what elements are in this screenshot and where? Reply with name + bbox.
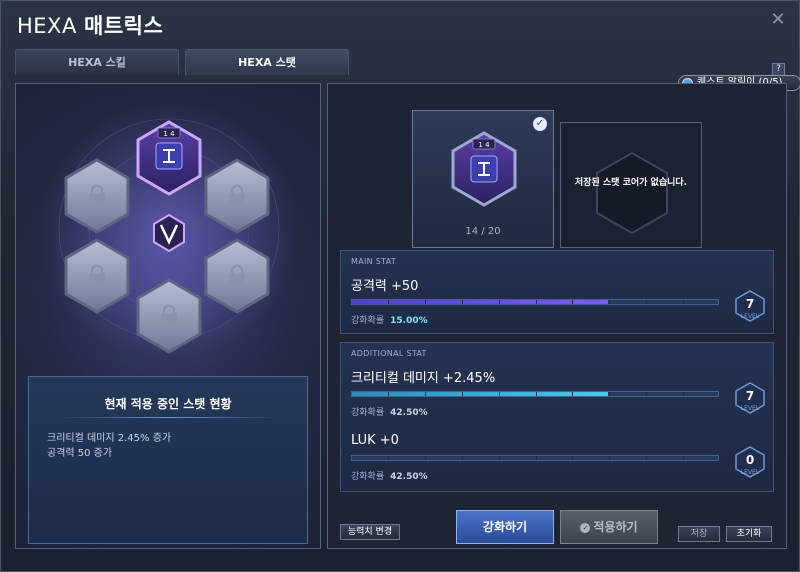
progress-fill [352,392,609,396]
additional-stat-name: LUK +0 [351,433,399,448]
apply-button[interactable]: ✓ 적용하기 [560,510,658,544]
title-prefix: HEXA [17,14,84,38]
tab-hexa-stat[interactable]: HEXA 스탯 [185,49,349,75]
additional-stat-level-badge: 0 LEVEL [733,445,767,479]
level-number: 0 [745,453,755,467]
empty-slot-text: 저장된 스탯 코어가 없습니다. [574,178,688,188]
core-level-text: 1 4 [163,130,175,138]
v-emblem-icon [153,213,185,253]
progress-fill [352,300,609,304]
hexa-matrix-window: HEXA 매트릭스 ✕ HEXA 스킬 HEXA 스탯 ? 퀘스트 알림이 (0… [0,0,800,572]
enhance-button[interactable]: 강화하기 [456,510,554,544]
additional-stat-name: 크리티컬 데미지 +2.45% [351,371,496,386]
check-icon: ✓ [580,523,591,533]
additional-stat-section: ADDITIONAL STAT 크리티컬 데미지 +2.45% 강화확률 42.5… [340,342,774,492]
title-bar: HEXA 매트릭스 ✕ [1,1,800,45]
status-line: 공격력 50 증가 [47,448,113,459]
prob-label: 강화확률 [351,408,385,418]
prob-value: 42.50% [390,408,428,418]
status-lines: 크리티컬 데미지 2.45% 증가 공격력 50 증가 [47,431,171,461]
main-stat-name: 공격력 +50 [351,279,419,294]
current-stat-core[interactable]: ✓ 1 4 14 / 20 [412,110,554,248]
level-label: LEVEL [740,313,760,320]
core-level-text: 1 4 [478,141,490,149]
close-icon[interactable]: ✕ [769,11,787,29]
main-stat-section: MAIN STAT 공격력 +50 강화확률 15.00% 7 LEVEL [340,250,774,334]
reset-button[interactable]: 초기화 [726,526,772,542]
additional-stat-level-badge: 7 LEVEL [733,381,767,415]
level-number: 7 [745,389,755,403]
main-stat-level-badge: 7 LEVEL [733,289,767,323]
saved-core-slot[interactable]: 저장된 스탯 코어가 없습니다. [560,122,702,248]
tab-hexa-skill[interactable]: HEXA 스킬 [15,49,179,75]
hexa-stat-core-panel: 1 4 현재 적용 중인 스탯 현황 크리티컬 데미지 2.45% 증가 공격력… [15,83,321,549]
status-divider [59,417,279,418]
save-button[interactable]: 저장 [678,526,720,542]
main-stat-progress [351,299,719,305]
prob-value: 15.00% [390,316,428,326]
main-stat-label: MAIN STAT [351,257,397,266]
status-line: 크리티컬 데미지 2.45% 증가 [47,433,172,444]
prob-value: 42.50% [390,472,428,482]
additional-stat-progress [351,391,719,397]
title-bold: 매트릭스 [84,14,164,38]
additional-stat-progress [351,455,719,461]
empty-hex [596,151,668,235]
core-hex-svg: 1 4 [451,131,517,207]
hex-core-grid: 1 4 [16,84,320,374]
current-stat-status: 현재 적용 중인 스탯 현황 크리티컬 데미지 2.45% 증가 공격력 50 … [28,376,308,544]
stat-detail-panel: ✓ 1 4 14 / 20 저장된 스탯 코어가 없습니다. MAIN STAT… [327,83,787,549]
prob-label: 강화확률 [351,472,385,482]
level-label: LEVEL [740,405,760,412]
window-title: HEXA 매트릭스 [17,10,163,40]
status-title: 현재 적용 중인 스탯 현황 [104,397,232,411]
additional-stat-label: ADDITIONAL STAT [351,349,427,358]
level-number: 7 [745,297,755,311]
level-label: LEVEL [740,469,760,476]
additional-stat-prob: 강화확률 42.50% [351,469,428,482]
apply-label: 적용하기 [593,520,638,534]
hex-grid-svg: 1 4 [39,99,299,359]
additional-stat-prob: 강화확률 42.50% [351,405,428,418]
prob-label: 강화확률 [351,316,385,326]
reroll-stat-button[interactable]: 능력치 변경 [340,524,400,540]
core-count: 14 / 20 [465,226,501,237]
main-stat-prob: 강화확률 15.00% [351,313,428,326]
